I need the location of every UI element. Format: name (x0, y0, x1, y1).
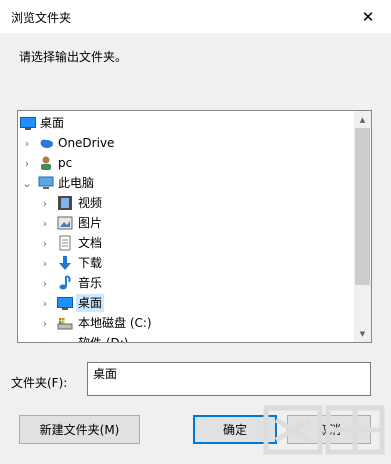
folder-field-label: 文件夹(F): (11, 376, 68, 390)
tree-item-videos[interactable]: › 视频 (18, 193, 354, 213)
folder-name-input[interactable] (87, 362, 371, 396)
tree-item-label: pc (58, 156, 73, 170)
chevron-right-icon[interactable]: › (40, 213, 50, 233)
chevron-right-icon[interactable]: › (40, 313, 50, 333)
dialog-prompt: 请选择输出文件夹。 (19, 50, 128, 64)
chevron-right-icon[interactable]: › (40, 333, 50, 343)
watermark-logo (263, 405, 385, 455)
chevron-right-icon[interactable]: › (22, 153, 32, 173)
scrollbar-thumb[interactable] (355, 128, 370, 285)
folder-tree[interactable]: 桌面 › OneDrive › pc ⌄ 此电脑 › 视频 › 图片 › 文档 … (17, 110, 372, 343)
tree-item-label: 桌面 (76, 294, 105, 312)
tree-item-label: 音乐 (78, 276, 103, 290)
chevron-right-icon[interactable]: › (22, 133, 32, 153)
new-folder-button[interactable]: 新建文件夹(M) (19, 415, 140, 444)
downloads-folder-icon (57, 255, 73, 271)
videos-folder-icon (57, 195, 73, 211)
tree-item-label: 桌面 (40, 116, 65, 130)
chevron-right-icon[interactable]: › (40, 293, 50, 313)
close-icon[interactable]: ✕ (345, 0, 391, 33)
chevron-down-icon[interactable]: ⌄ (22, 173, 32, 193)
tree-item-label: 视频 (78, 196, 103, 210)
tree-item-label: OneDrive (58, 136, 115, 150)
tree-item-downloads[interactable]: › 下载 (18, 253, 354, 273)
tree-item-label: 此电脑 (58, 176, 95, 190)
tree-item-label: 软件 (D:) (78, 336, 129, 343)
scroll-up-icon[interactable]: ▲ (354, 111, 371, 128)
tree-item-local-disk-c[interactable]: › 本地磁盘 (C:) (18, 313, 354, 333)
desktop-icon (20, 115, 36, 131)
scroll-down-icon[interactable]: ▼ (354, 325, 371, 342)
user-icon (38, 155, 54, 171)
tree-item-desktop[interactable]: › 桌面 (18, 293, 354, 313)
this-pc-icon (38, 175, 54, 191)
chevron-right-icon[interactable]: › (40, 253, 50, 273)
tree-item-label: 图片 (78, 216, 103, 230)
chevron-right-icon[interactable]: › (40, 193, 50, 213)
tree-item-this-pc[interactable]: ⌄ 此电脑 (18, 173, 354, 193)
tree-item-label: 本地磁盘 (C:) (78, 316, 152, 330)
chevron-right-icon[interactable]: › (40, 273, 50, 293)
tree-item-onedrive[interactable]: › OneDrive (18, 133, 354, 153)
documents-folder-icon (57, 235, 73, 251)
tree-item-music[interactable]: › 音乐 (18, 273, 354, 293)
onedrive-cloud-icon (38, 135, 54, 151)
tree-item-label: 下载 (78, 256, 103, 270)
desktop-icon (57, 295, 73, 311)
tree-item-documents[interactable]: › 文档 (18, 233, 354, 253)
tree-item-drive-d[interactable]: › 软件 (D:) (18, 333, 354, 343)
local-disk-icon (57, 315, 73, 331)
tree-item-pc-user[interactable]: › pc (18, 153, 354, 173)
tree-item-desktop-root[interactable]: 桌面 (18, 113, 354, 133)
title-bar: 浏览文件夹 ✕ (0, 0, 391, 33)
tree-item-pictures[interactable]: › 图片 (18, 213, 354, 233)
vertical-scrollbar[interactable]: ▲ ▼ (354, 111, 371, 342)
chevron-right-icon[interactable]: › (40, 233, 50, 253)
tree-item-label: 文档 (78, 236, 103, 250)
drive-icon (57, 335, 73, 342)
pictures-folder-icon (57, 215, 73, 231)
music-folder-icon (57, 275, 73, 291)
dialog-title: 浏览文件夹 (11, 11, 72, 25)
